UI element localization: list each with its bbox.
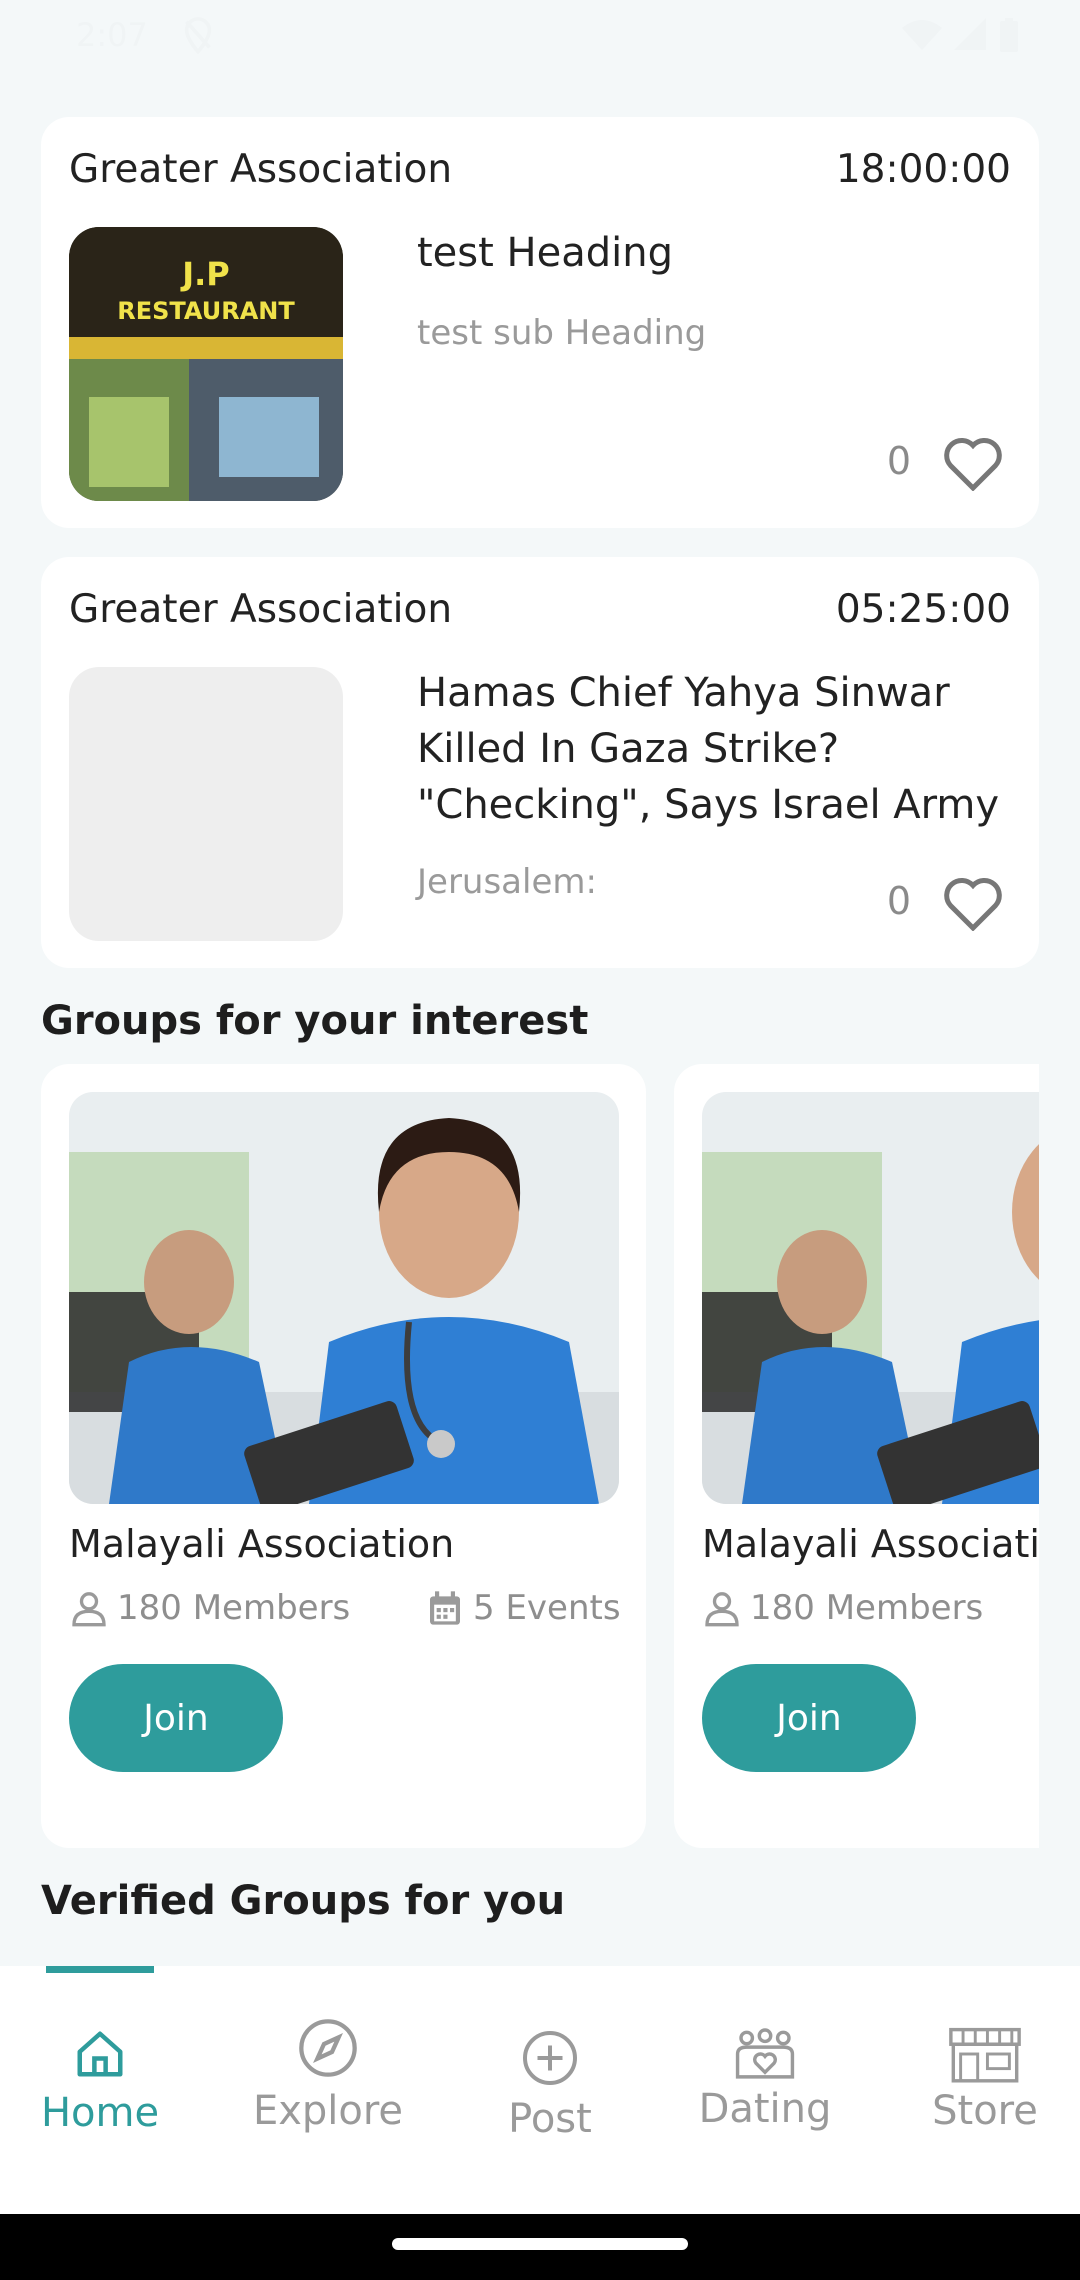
group-image[interactable] — [702, 1092, 1039, 1504]
dating-icon — [735, 2028, 795, 2079]
person-icon — [705, 1592, 739, 1627]
home-gesture-pill[interactable] — [392, 2238, 688, 2250]
compass-icon — [299, 2019, 357, 2077]
nurse-photo — [702, 1092, 1039, 1504]
group-name[interactable]: Malayali Association — [69, 1522, 454, 1566]
system-nav-bar — [0, 2214, 1080, 2280]
restaurant-image: J.P RESTAURANT — [69, 227, 343, 501]
group-members-count: 180 Members — [117, 1588, 351, 1628]
heart-icon[interactable] — [943, 435, 1003, 491]
card-heading[interactable]: Hamas Chief Yahya Sinwar Killed In Gaza … — [417, 665, 1017, 833]
status-icons — [902, 18, 1020, 52]
group-card[interactable]: Malayali Association 180 Members Join — [674, 1064, 1039, 1848]
nav-item-explore[interactable]: Explore — [248, 2016, 408, 2134]
nav-item-post[interactable]: Post — [490, 2028, 610, 2142]
join-button[interactable]: Join — [702, 1664, 916, 1772]
store-icon — [949, 2027, 1021, 2083]
location-off-icon — [184, 17, 212, 55]
groups-section-title: Groups for your interest — [41, 998, 589, 1044]
like-count: 0 — [886, 439, 911, 483]
nav-item-dating[interactable]: Dating — [690, 2026, 840, 2132]
group-events: 5 Events — [425, 1588, 621, 1628]
group-name[interactable]: Malayali Association — [702, 1522, 1039, 1566]
group-members: 180 Members — [702, 1588, 983, 1628]
feed-card[interactable]: Greater Association 05:25:00 Hamas Chief… — [41, 557, 1039, 968]
card-heading[interactable]: test Heading — [417, 225, 1017, 281]
battery-icon — [1000, 18, 1018, 52]
nav-item-home[interactable]: Home — [40, 2026, 160, 2136]
group-events-count: 5 Events — [473, 1588, 621, 1628]
card-time: 18:00:00 — [835, 147, 1011, 192]
group-card[interactable]: Malayali Association 180 Members 5 Event… — [41, 1064, 646, 1848]
groups-carousel[interactable]: Malayali Association 180 Members 5 Event… — [41, 1064, 1039, 1850]
like-count: 0 — [886, 879, 911, 923]
calendar-icon — [430, 1591, 460, 1625]
status-time: 2:07 — [76, 16, 148, 54]
nav-label: Dating — [698, 2086, 832, 2132]
group-members: 180 Members — [69, 1588, 350, 1628]
wifi-icon — [902, 20, 942, 50]
bottom-nav: Home Explore Post Dating Store — [0, 1966, 1080, 2214]
join-button[interactable]: Join — [69, 1664, 283, 1772]
sign-text-bottom: RESTAURANT — [117, 297, 295, 325]
heart-icon[interactable] — [943, 875, 1003, 931]
card-association: Greater Association — [69, 147, 453, 192]
nurse-photo — [69, 1092, 619, 1504]
nav-label: Post — [508, 2096, 592, 2142]
status-bar: 2:07 — [0, 0, 1080, 70]
card-association: Greater Association — [69, 587, 453, 632]
card-thumbnail-placeholder[interactable] — [69, 667, 343, 941]
card-time: 05:25:00 — [835, 587, 1011, 632]
plus-circle-icon — [523, 2031, 577, 2085]
nav-active-indicator — [46, 1966, 154, 1973]
signal-icon — [954, 18, 986, 50]
nav-label: Home — [40, 2090, 160, 2136]
home-icon — [77, 2031, 123, 2077]
card-thumbnail[interactable]: J.P RESTAURANT — [69, 227, 343, 501]
group-members-count: 180 Members — [750, 1588, 984, 1628]
group-image[interactable] — [69, 1092, 619, 1504]
nav-label: Explore — [252, 2088, 404, 2134]
card-subheading: test sub Heading — [417, 313, 707, 353]
nav-item-store[interactable]: Store — [920, 2024, 1050, 2134]
nav-label: Store — [932, 2088, 1038, 2134]
card-subheading: Jerusalem: — [417, 862, 597, 902]
feed-card[interactable]: Greater Association 18:00:00 J.P RESTAUR… — [41, 117, 1039, 528]
person-icon — [72, 1592, 106, 1627]
verified-section-title: Verified Groups for you — [41, 1878, 566, 1924]
sign-text-top: J.P — [180, 255, 230, 293]
